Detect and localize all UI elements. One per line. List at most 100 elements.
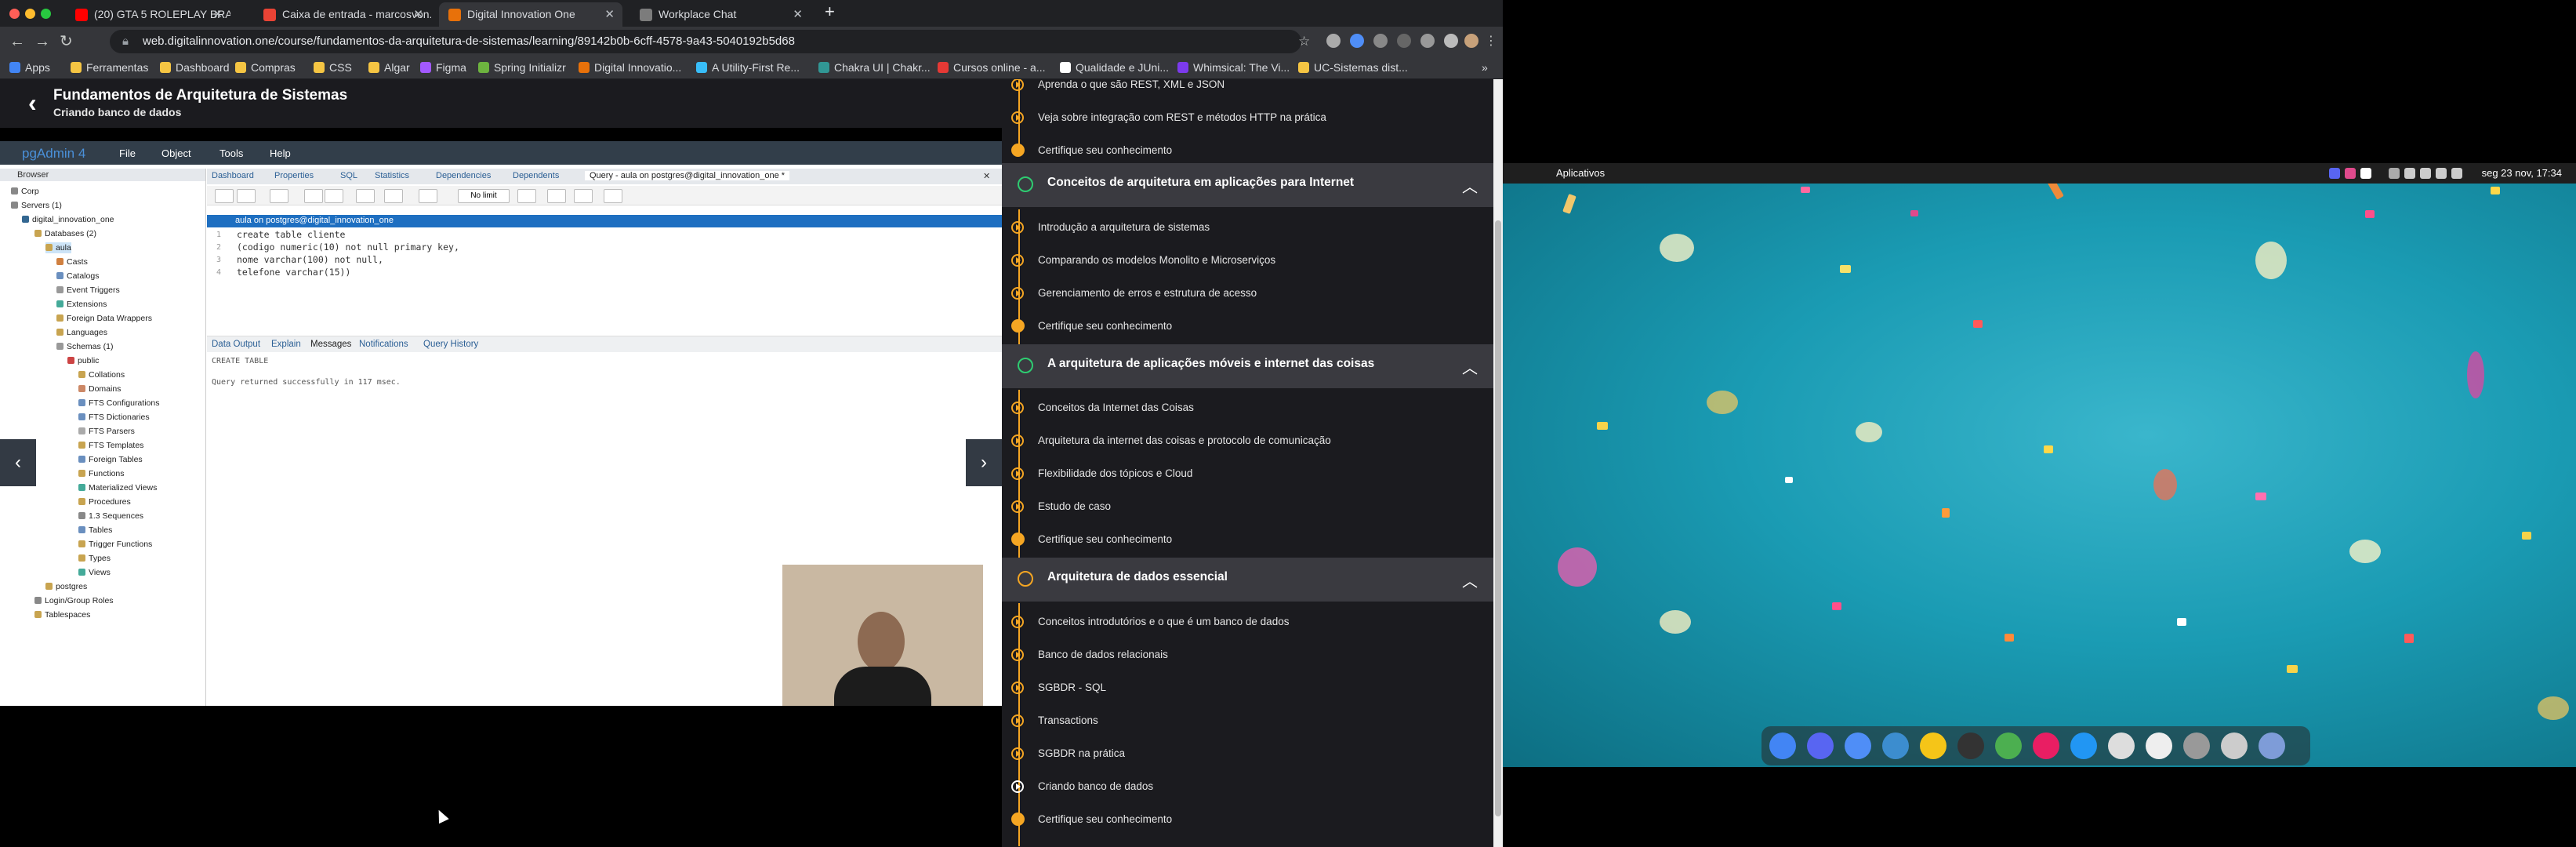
bookmark-item[interactable]: Dashboard: [160, 56, 230, 78]
tab-youtube[interactable]: (20) GTA 5 ROLEPLAY BRASIL ✕: [66, 2, 230, 27]
bookmark-item[interactable]: Qualidade e JUni...: [1060, 56, 1169, 78]
lesson-item[interactable]: Flexibilidade dos tópicos e Cloud: [1002, 457, 1493, 490]
tree-item[interactable]: Casts: [56, 256, 88, 267]
forward-icon[interactable]: →: [34, 31, 50, 52]
close-window-icon[interactable]: [9, 9, 20, 19]
tree-item[interactable]: Catalogs: [56, 271, 99, 282]
close-tab-icon[interactable]: ✕: [413, 2, 423, 27]
next-lesson-button[interactable]: ›: [966, 439, 1002, 486]
lesson-item[interactable]: SGBDR - SQL: [1002, 671, 1493, 704]
battery-icon[interactable]: [2404, 168, 2415, 179]
edit-icon[interactable]: [384, 189, 403, 203]
tree-item[interactable]: digital_innovation_one: [22, 214, 114, 225]
tab-data-output[interactable]: Data Output: [212, 340, 260, 349]
paste-icon[interactable]: [325, 189, 343, 203]
back-arrow-icon[interactable]: ‹: [28, 89, 37, 118]
certificate-item[interactable]: Certifique seu conhecimento: [1002, 803, 1493, 836]
section-header[interactable]: Arquitetura de dados essencial ︿: [1002, 558, 1493, 602]
certificate-item[interactable]: Certifique seu conhecimento: [1002, 523, 1493, 556]
tab-notifications[interactable]: Notifications: [359, 340, 408, 349]
reading-list-icon[interactable]: [1444, 34, 1458, 48]
tab-dashboard[interactable]: Dashboard: [212, 171, 254, 180]
bookmark-item[interactable]: Chakra UI | Chakr...: [818, 56, 931, 78]
tray-icon[interactable]: [2360, 168, 2371, 179]
bookmark-item[interactable]: A Utility-First Re...: [696, 56, 800, 78]
section-header[interactable]: A arquitetura de aplicações móveis e int…: [1002, 344, 1493, 388]
tree-item[interactable]: postgres: [45, 581, 87, 592]
menu-file[interactable]: File: [119, 147, 136, 159]
bookmark-item[interactable]: Cursos online - a...: [938, 56, 1046, 78]
new-tab-button[interactable]: +: [825, 2, 835, 22]
delete-icon[interactable]: [356, 189, 375, 203]
reload-icon[interactable]: ↻: [60, 31, 73, 52]
lesson-item[interactable]: Introdução a arquitetura de sistemas: [1002, 211, 1493, 244]
tree-item[interactable]: Servers (1): [11, 200, 62, 211]
chevron-up-icon[interactable]: ︿: [1462, 174, 1478, 197]
network-icon[interactable]: [2420, 168, 2431, 179]
open-file-icon[interactable]: [215, 189, 234, 203]
wifi-icon[interactable]: [2389, 168, 2400, 179]
tab-statistics[interactable]: Statistics: [375, 171, 409, 180]
tree-item[interactable]: Event Triggers: [56, 285, 120, 296]
tab-dependents[interactable]: Dependents: [513, 171, 559, 180]
tree-item[interactable]: Corp: [11, 186, 39, 197]
tree-item[interactable]: Databases (2): [34, 228, 96, 239]
lesson-item[interactable]: Comparando os modelos Monolito e Microse…: [1002, 244, 1493, 277]
tree-item[interactable]: Materialized Views: [78, 482, 157, 493]
lesson-item[interactable]: Transactions: [1002, 704, 1493, 737]
tree-item[interactable]: Trigger Functions: [78, 539, 152, 550]
tree-item[interactable]: FTS Configurations: [78, 398, 159, 409]
tab-query-history[interactable]: Query History: [423, 340, 478, 349]
download-icon[interactable]: [604, 189, 622, 203]
tab-properties[interactable]: Properties: [274, 171, 314, 180]
previous-lesson-button[interactable]: ‹: [0, 439, 36, 486]
app-icon[interactable]: [2070, 732, 2097, 759]
lesson-item[interactable]: Conceitos da Internet das Coisas: [1002, 391, 1493, 424]
close-tab-icon[interactable]: ✕: [604, 2, 615, 27]
discord-icon[interactable]: [1807, 732, 1834, 759]
sidebar-scrollbar[interactable]: [1493, 79, 1503, 847]
tab-explain[interactable]: Explain: [271, 340, 301, 349]
vscode-icon[interactable]: [1882, 732, 1909, 759]
menu-tools[interactable]: Tools: [220, 147, 243, 159]
bookmark-item[interactable]: Compras: [235, 56, 296, 78]
scroll-thumb[interactable]: [1495, 220, 1501, 816]
files-icon[interactable]: [2108, 732, 2135, 759]
bookmark-item[interactable]: Digital Innovatio...: [579, 56, 681, 78]
tree-item[interactable]: Extensions: [56, 299, 107, 310]
tree-item[interactable]: public: [67, 355, 99, 366]
kebab-menu-icon[interactable]: ⋮: [1485, 31, 1497, 52]
tab-gmail[interactable]: Caixa de entrada - marcosvon... ✕: [254, 2, 431, 27]
lesson-item[interactable]: SGBDR na prática: [1002, 737, 1493, 770]
chevron-up-icon[interactable]: ︿: [1462, 355, 1478, 378]
tree-item[interactable]: Procedures: [78, 496, 131, 507]
tab-digital-innovation[interactable]: Digital Innovation One ✕: [439, 2, 622, 27]
tree-item[interactable]: Types: [78, 553, 111, 564]
bookmark-apps[interactable]: Apps: [9, 56, 50, 78]
tab-workplace-chat[interactable]: Workplace Chat ✕: [630, 2, 811, 27]
limit-select[interactable]: No limit: [458, 189, 510, 203]
lesson-item[interactable]: Estudo de caso: [1002, 490, 1493, 523]
tree-item[interactable]: Domains: [78, 384, 121, 394]
menu-object[interactable]: Object: [161, 147, 191, 159]
settings-icon[interactable]: [2183, 732, 2210, 759]
tree-item[interactable]: 1.3 Sequences: [78, 511, 143, 522]
tree-item[interactable]: Functions: [78, 468, 125, 479]
tree-item[interactable]: FTS Parsers: [78, 426, 135, 437]
applications-menu[interactable]: Aplicativos: [1556, 167, 1605, 179]
maximize-window-icon[interactable]: [41, 9, 51, 19]
minimize-window-icon[interactable]: [25, 9, 35, 19]
bookmark-item[interactable]: Spring Initializr: [478, 56, 566, 78]
find-icon[interactable]: [270, 189, 288, 203]
tree-item[interactable]: Collations: [78, 369, 125, 380]
lesson-item[interactable]: Veja sobre integração com REST e métodos…: [1002, 101, 1493, 134]
filter-icon[interactable]: [419, 189, 437, 203]
tab-sql[interactable]: SQL: [340, 171, 357, 180]
bookmark-item[interactable]: CSS: [314, 56, 352, 78]
tree-item[interactable]: Tables: [78, 525, 112, 536]
chevron-up-icon[interactable]: ︿: [1462, 569, 1478, 591]
extension-icon[interactable]: [1350, 34, 1364, 48]
show-apps-icon[interactable]: [2259, 732, 2285, 759]
close-tab-icon[interactable]: ✕: [793, 2, 803, 27]
tab-query-tool[interactable]: Query - aula on postgres@digital_innovat…: [585, 171, 790, 180]
